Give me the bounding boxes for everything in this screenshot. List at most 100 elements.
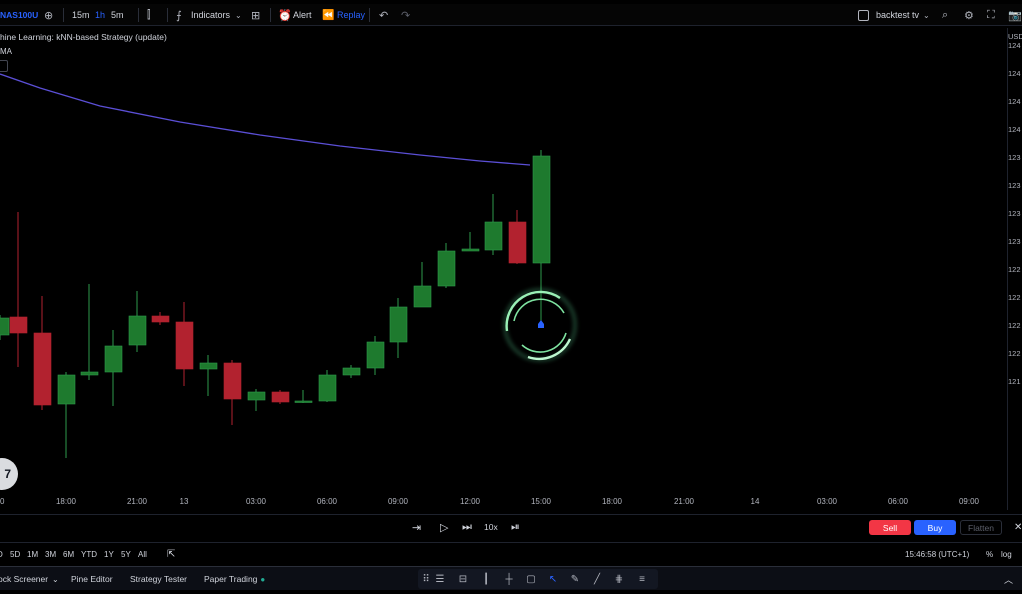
object-tree-icon[interactable]: ⊟ [455,571,471,587]
candles-group [0,150,551,458]
vertical-line-icon[interactable]: ┃ [478,571,494,587]
candle-18 [413,285,432,308]
candle-2 [33,332,52,406]
compare-add-icon[interactable]: ⊕ [44,4,53,26]
time-axis-label: 13 [179,497,189,506]
gear-icon[interactable]: ⚙ [964,4,974,26]
chevron-down-icon[interactable]: ⌄ [923,4,930,26]
cursor-arrow-icon[interactable]: ↖ [545,571,561,587]
candle-0 [0,317,10,336]
time-axis-label: 15:00 [530,497,552,506]
time-axis-label: 03:00 [245,497,267,506]
range-all[interactable]: All [138,543,147,565]
price-chart[interactable] [0,28,1008,494]
chevron-down-icon[interactable]: ⌄ [52,567,59,591]
redo-icon[interactable]: ↷ [401,4,410,26]
rectangle-icon[interactable]: ▢ [523,571,539,587]
price-axis-label: 124 [1008,69,1021,78]
tab-pine-editor[interactable]: Pine Editor [71,567,113,591]
replay-controls-bar: ⇥ ▷ ⏭ 10x ⏯ Sell Buy Flatten ✕ [0,514,1022,538]
price-axis-label: 124 [1008,41,1021,50]
symbol-search[interactable]: NAS100U [0,4,38,26]
candle-12 [271,391,290,403]
candle-23 [532,155,551,264]
tab-stock-screener[interactable]: ock Screener [0,567,48,591]
horizontal-lines-icon[interactable]: ≡ [634,571,650,587]
tab-paper-trading[interactable]: Paper Trading ● [204,567,265,591]
cursor-pointer-icon [538,320,544,328]
templates-grid-icon[interactable]: ⊞ [251,4,260,26]
interval-15m[interactable]: 15m [72,4,90,26]
buy-button[interactable]: Buy [914,520,956,535]
replay-speed[interactable]: 10x [484,515,498,539]
price-axis[interactable]: 124 124 124 124 123 123 123 123 122 122 122 122 121 U… [1007,28,1022,510]
indicators-icon[interactable]: ⨍ [176,4,182,26]
candle-7 [151,315,170,323]
crosshair-icon[interactable]: ┼ [501,571,517,587]
time-axis[interactable]: 0 18:00 21:00 13 03:00 06:00 09:00 12:00 15:00 18… [0,497,1008,511]
search-icon[interactable]: ⌕ [942,4,948,26]
range-3m[interactable]: 3M [45,543,56,565]
candle-16 [366,341,385,369]
time-axis-label: 06:00 [887,497,909,506]
drawing-tools-toolbar: ⠿ ☰ ⊟ ┃ ┼ ▢ ↖ ✎ ╱ ⋕ ≡ [418,569,658,589]
alarm-clock-icon[interactable]: ⏰ [278,4,292,26]
layout-checkbox[interactable] [858,4,869,26]
sell-button[interactable]: Sell [869,520,911,535]
price-axis-label: 124 [1008,125,1021,134]
price-axis-label: 123 [1008,209,1021,218]
clock-readout[interactable]: 15:46:58 (UTC+1) [905,543,969,565]
range-6m[interactable]: 6M [63,543,74,565]
undo-icon[interactable]: ↶ [379,4,388,26]
candle-5 [104,345,123,373]
time-axis-label: 21:00 [126,497,148,506]
toolbar-divider [138,8,139,22]
fullscreen-icon[interactable]: ⛶ [987,4,995,26]
time-axis-label: 0 [0,497,5,506]
candle-14 [318,374,337,402]
layers-icon[interactable]: ☰ [432,571,448,587]
collapse-panel-icon[interactable]: ︿ [1004,567,1013,591]
alert-button[interactable]: Alert [293,4,312,26]
replay-icon[interactable]: ⏪ [322,4,334,26]
bottom-panel-bar: ock Screener ⌄ Pine Editor Strategy Test… [0,566,1022,590]
candle-type-icon[interactable]: ⫿ [147,4,151,26]
candle-22 [508,221,527,264]
replay-button[interactable]: Replay [337,4,365,26]
close-replay-icon[interactable]: ✕ [1014,515,1022,539]
range-ytd[interactable]: YTD [81,543,97,565]
currency-label[interactable]: USD [1008,32,1022,41]
flatten-button[interactable]: Flatten [960,520,1002,535]
range-1m[interactable]: 1M [27,543,38,565]
toolbar-divider [369,8,370,22]
interval-5m[interactable]: 5m [111,4,124,26]
toolbar-divider [63,8,64,22]
trend-line-icon[interactable]: ╱ [589,571,605,587]
tab-paper-trading-label: Paper Trading [204,574,258,584]
log-toggle[interactable]: log [1001,543,1012,565]
interval-1h[interactable]: 1h [95,4,105,26]
chevron-down-icon[interactable]: ⌄ [235,4,242,26]
fib-tool-icon[interactable]: ⋕ [611,571,627,587]
tab-strategy-tester[interactable]: Strategy Tester [130,567,187,591]
select-bar-icon[interactable]: ⇥ [412,515,421,539]
percent-toggle[interactable]: % [986,543,993,565]
play-icon[interactable]: ▷ [440,515,448,539]
goto-date-icon[interactable]: ⇱ [167,543,175,565]
price-axis-label: 124 [1008,97,1021,106]
range-1d[interactable]: D [0,543,3,565]
brush-icon[interactable]: ✎ [567,571,583,587]
price-axis-label: 121 [1008,377,1021,386]
jump-to-realtime-icon[interactable]: ⏯ [511,515,520,539]
candle-8 [175,321,194,370]
layout-name[interactable]: backtest tv [876,4,919,26]
range-5d[interactable]: 5D [10,543,20,565]
range-5y[interactable]: 5Y [121,543,131,565]
indicators-button[interactable]: Indicators [191,4,230,26]
toolbar-divider [167,8,168,22]
candle-4 [80,371,99,376]
step-forward-icon[interactable]: ⏭ [462,515,472,539]
price-axis-label: 122 [1008,349,1021,358]
range-1y[interactable]: 1Y [104,543,114,565]
camera-icon[interactable]: 📷 [1008,4,1022,26]
